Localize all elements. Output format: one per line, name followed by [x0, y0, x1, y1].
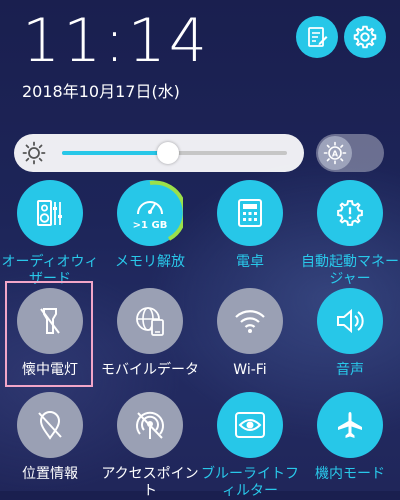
- tile-access-point[interactable]: アクセスポイント: [100, 392, 200, 500]
- tile-mobile-data[interactable]: モバイルデータ: [100, 288, 200, 379]
- auto-brightness-icon: A: [323, 141, 347, 165]
- autostart-manager-icon: [337, 200, 363, 226]
- tile-label: 音声: [336, 362, 364, 378]
- tile-sound-button[interactable]: [317, 288, 383, 354]
- tile-blue-light-filter[interactable]: ブルーライトフ ィルター: [200, 392, 300, 500]
- tile-memory-release-button[interactable]: >1 GB: [117, 180, 183, 246]
- audio-wizard-icon: [37, 200, 62, 226]
- tile-wifi-button[interactable]: [217, 288, 283, 354]
- selection-highlight: [5, 281, 93, 387]
- svg-text:A: A: [332, 150, 339, 159]
- tile-audio-wizard-button[interactable]: [17, 180, 83, 246]
- location-off-icon: [38, 411, 62, 440]
- eye-icon: [235, 412, 265, 438]
- tile-calculator-button[interactable]: [217, 180, 283, 246]
- tile-autostart-manager[interactable]: 自動起動マネー ジャー: [300, 180, 400, 288]
- tile-label: 位置情報: [22, 466, 78, 482]
- tile-label: ブルーライトフ ィルター: [201, 466, 299, 499]
- hotspot-off-icon: [136, 411, 164, 439]
- brightness-slider-fill: [62, 151, 168, 155]
- tile-blue-light-filter-button[interactable]: [217, 392, 283, 458]
- notes-icon: [308, 27, 328, 47]
- auto-brightness-knob: A: [318, 136, 352, 170]
- clock-time: 11:14: [22, 6, 210, 76]
- notes-button[interactable]: [296, 16, 338, 58]
- settings-button[interactable]: [344, 16, 386, 58]
- brightness-slider-thumb[interactable]: [156, 142, 179, 164]
- speedometer-icon: [137, 201, 163, 215]
- tile-mobile-data-button[interactable]: [117, 288, 183, 354]
- tile-location[interactable]: 位置情報: [0, 392, 100, 483]
- brightness-slider[interactable]: [62, 142, 287, 164]
- wifi-icon: [235, 310, 265, 333]
- tile-autostart-manager-button[interactable]: [317, 180, 383, 246]
- brightness-bar: [14, 134, 304, 172]
- tile-access-point-button[interactable]: [117, 392, 183, 458]
- tile-label: メモリ解放: [115, 254, 185, 270]
- tile-label: アクセスポイント: [101, 466, 199, 499]
- date-text: 2018年10月17日(水): [22, 82, 180, 101]
- tile-label: Wi-Fi: [233, 362, 267, 378]
- tile-sound[interactable]: 音声: [300, 288, 400, 379]
- tile-memory-release[interactable]: >1 GB メモリ解放: [100, 180, 200, 271]
- volume-icon: [337, 308, 364, 334]
- gear-icon: [353, 25, 377, 49]
- tile-wifi[interactable]: Wi-Fi: [200, 288, 300, 379]
- auto-brightness-toggle[interactable]: A: [316, 134, 384, 172]
- calculator-icon: [238, 199, 262, 227]
- tile-label: 機内モード: [315, 466, 385, 482]
- airplane-icon: [338, 412, 362, 438]
- tile-airplane-mode[interactable]: 機内モード: [300, 392, 400, 483]
- tile-audio-wizard[interactable]: オーディオウィ ザード: [0, 180, 100, 288]
- mobile-data-icon: [136, 307, 164, 336]
- tile-location-button[interactable]: [17, 392, 83, 458]
- brightness-sun-icon: [22, 141, 46, 165]
- tile-label: 自動起動マネー ジャー: [301, 254, 399, 287]
- tile-airplane-mode-button[interactable]: [317, 392, 383, 458]
- tile-calculator[interactable]: 電卓: [200, 180, 300, 271]
- tile-label: 電卓: [236, 254, 264, 270]
- tile-label: モバイルデータ: [101, 362, 199, 378]
- memory-badge: >1 GB: [132, 220, 168, 231]
